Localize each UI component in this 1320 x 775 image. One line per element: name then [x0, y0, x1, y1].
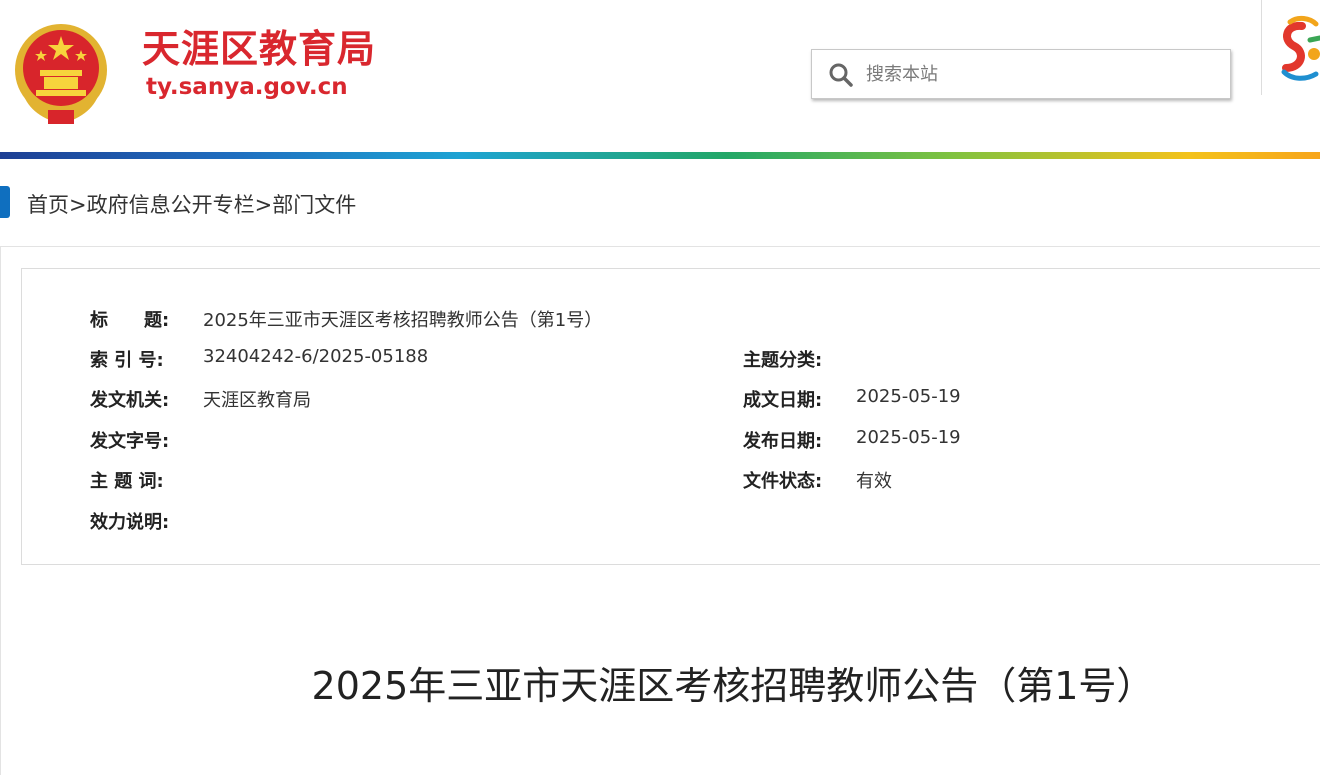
validity-label: 效力说明:	[90, 512, 170, 533]
issuer-label: 发文机关:	[90, 390, 170, 411]
national-emblem-icon[interactable]	[8, 20, 114, 130]
title-value: 2025年三亚市天涯区考核招聘教师公告（第1号）	[203, 310, 603, 331]
breadcrumb-divider	[0, 246, 1320, 247]
breadcrumb-home-link[interactable]: 首页	[27, 193, 69, 217]
status-value: 有效	[856, 471, 892, 492]
keywords-label: 主 题 词:	[90, 471, 164, 492]
header-divider	[1261, 0, 1262, 95]
breadcrumb-marker	[0, 186, 10, 218]
site-domain[interactable]: ty.sanya.gov.cn	[146, 74, 348, 100]
index-value: 32404242-6/2025-05188	[203, 346, 429, 367]
search-box[interactable]	[811, 49, 1231, 99]
sanya-logo-icon[interactable]	[1272, 10, 1320, 90]
search-icon[interactable]	[828, 62, 854, 88]
header-color-bar	[0, 152, 1320, 159]
breadcrumb: 首页>政府信息公开专栏>部门文件	[27, 189, 356, 219]
breadcrumb-separator: >	[69, 193, 87, 217]
breadcrumb-current-link[interactable]: 部门文件	[272, 193, 356, 217]
search-input[interactable]	[866, 60, 1216, 88]
doc-number-label: 发文字号:	[90, 431, 170, 452]
topic-category-label: 主题分类:	[743, 350, 823, 371]
status-label: 文件状态:	[743, 471, 823, 492]
site-header: 天涯区教育局 ty.sanya.gov.cn	[0, 0, 1320, 152]
document-title: 2025年三亚市天涯区考核招聘教师公告（第1号）	[311, 664, 1155, 708]
title-label: 标 题:	[90, 310, 170, 331]
document-meta-box: 标 题: 2025年三亚市天涯区考核招聘教师公告（第1号） 索 引 号: 324…	[21, 268, 1320, 565]
site-title[interactable]: 天涯区教育局	[142, 18, 376, 73]
breadcrumb-separator: >	[254, 193, 273, 217]
publish-date-value: 2025-05-19	[856, 427, 961, 448]
publish-date-label: 发布日期:	[743, 431, 823, 452]
issuer-value: 天涯区教育局	[203, 390, 311, 411]
index-label: 索 引 号:	[90, 350, 164, 371]
created-date-value: 2025-05-19	[856, 386, 961, 407]
breadcrumb-section-link[interactable]: 政府信息公开专栏	[87, 193, 255, 217]
created-date-label: 成文日期:	[743, 390, 823, 411]
